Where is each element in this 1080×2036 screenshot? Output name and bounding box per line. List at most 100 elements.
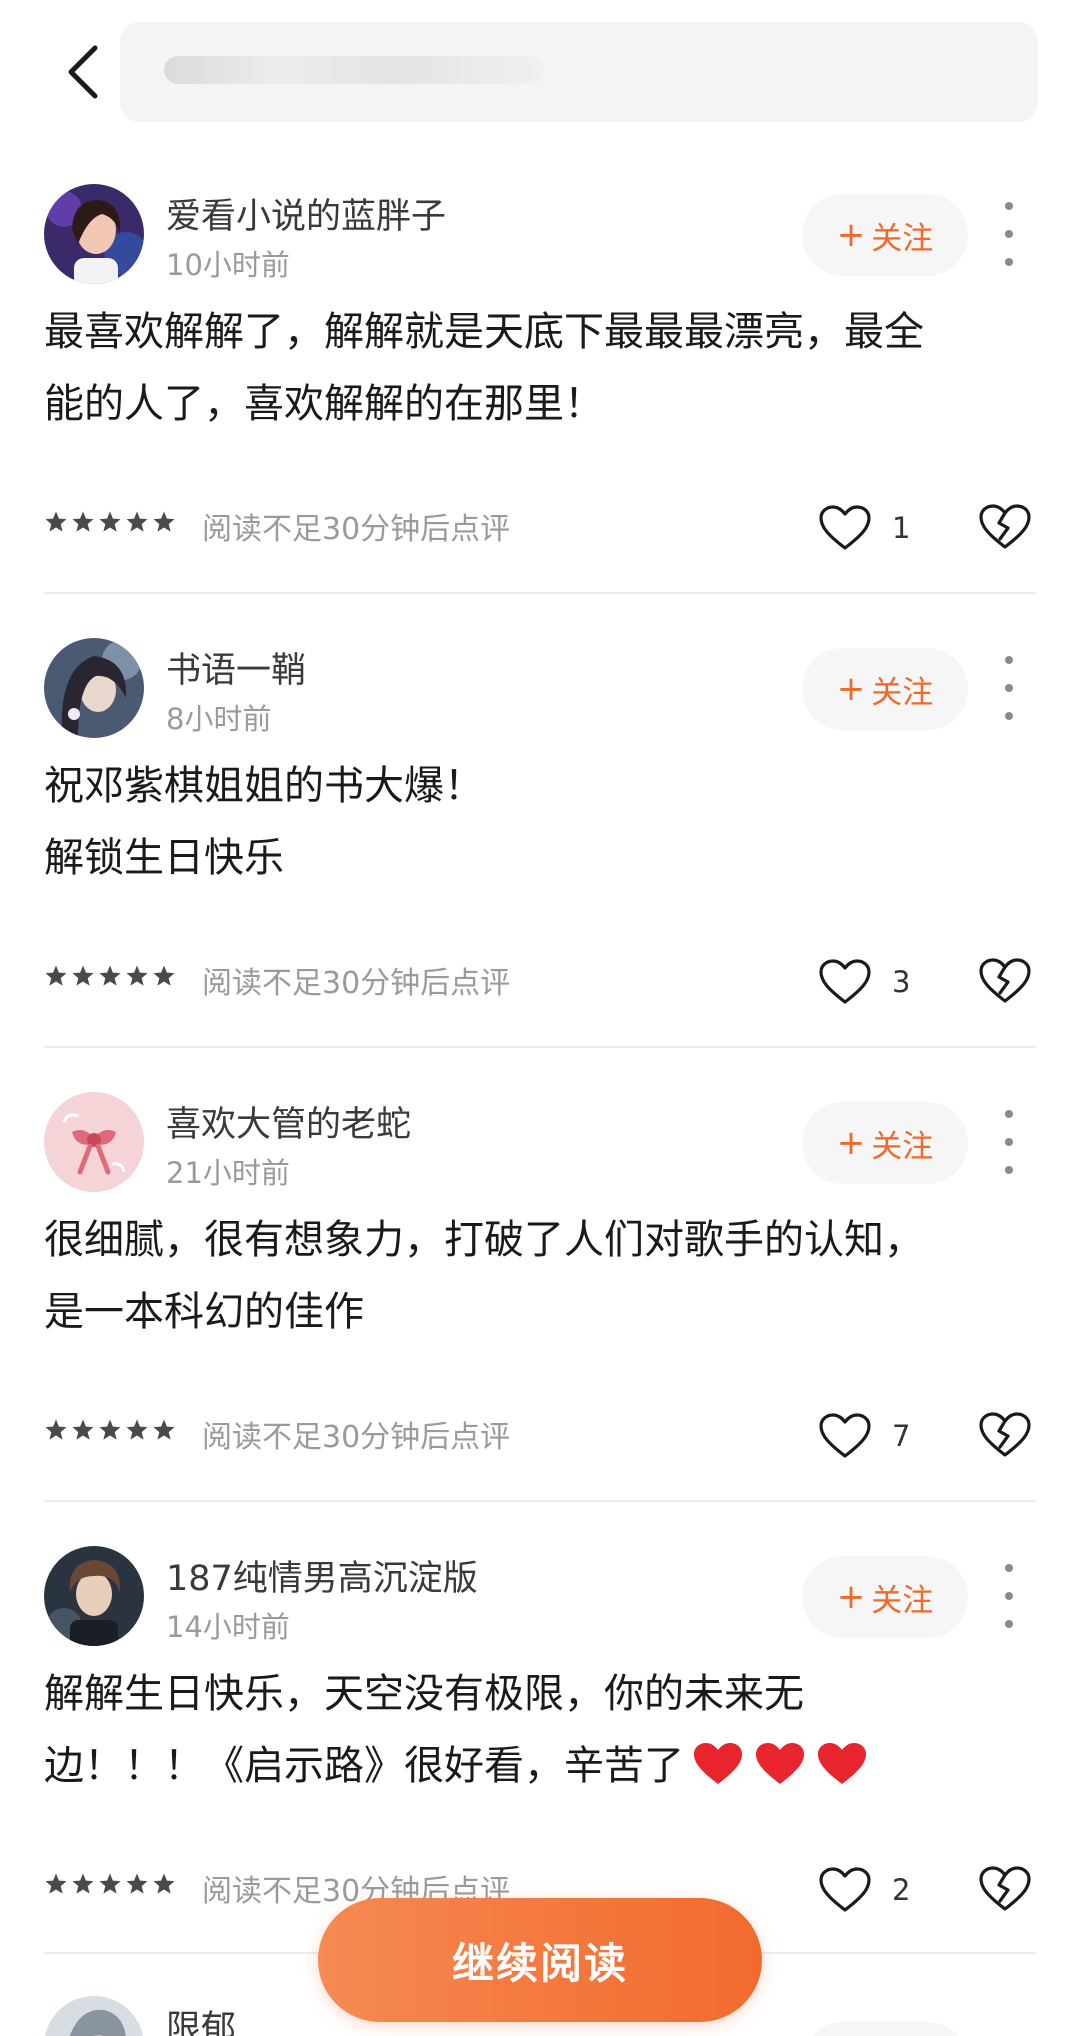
follow-label: 关注 — [871, 1582, 934, 1619]
star-icon — [72, 1873, 94, 1894]
top-bar — [0, 0, 1080, 150]
more-options-button[interactable] — [994, 1110, 1024, 1174]
follow-button[interactable]: + 关注 — [802, 648, 968, 730]
comment-footer: 阅读不足30分钟后点评 1 — [0, 500, 1080, 560]
divider — [44, 592, 1036, 594]
plus-icon: + — [836, 215, 866, 255]
more-dots-icon — [1005, 656, 1013, 664]
like-button[interactable]: 2 — [818, 1862, 910, 1918]
star-icon — [126, 965, 148, 986]
more-dot — [1005, 230, 1013, 238]
rating-stars — [44, 1418, 176, 1442]
star-icon — [99, 1873, 121, 1894]
star-icon — [126, 511, 148, 532]
comments-page: 爱看小说的蓝胖子 10小时前 + 关注 最喜欢解解了，解解就是天底下最最最漂亮，… — [0, 0, 1080, 2036]
more-dot — [1005, 684, 1013, 692]
comment-line: 祝邓紫棋姐姐的书大爆！ — [44, 763, 484, 809]
like-button[interactable]: 3 — [818, 954, 910, 1010]
star-icon — [45, 965, 67, 986]
heart-outline-icon — [819, 1867, 871, 1912]
star-icon — [72, 1419, 94, 1440]
broken-heart-icon — [979, 1866, 1031, 1911]
comment-text: 很细腻，很有想象力，打破了人们对歌手的认知， 是一本科幻的佳作 — [44, 1204, 1034, 1348]
dislike-button[interactable] — [978, 956, 1032, 1006]
avatar[interactable] — [44, 1092, 144, 1192]
like-count: 2 — [892, 1873, 911, 1907]
follow-button[interactable]: + 关注 — [802, 194, 968, 276]
dislike-button[interactable] — [978, 1864, 1032, 1914]
broken-heart-icon — [979, 1412, 1031, 1457]
more-options-button[interactable] — [994, 1564, 1024, 1628]
plus-icon: + — [836, 1123, 866, 1163]
avatar[interactable] — [44, 1546, 144, 1646]
comment-line: 解锁生日快乐 — [44, 835, 284, 881]
chevron-left-icon — [68, 45, 98, 99]
username[interactable]: 喜欢大管的老蛇 — [166, 1096, 411, 1147]
continue-reading-label: 继续阅读 — [451, 1938, 628, 1988]
timestamp: 8小时前 — [166, 702, 272, 736]
more-dots-icon — [1005, 1110, 1013, 1118]
more-options-button[interactable] — [994, 656, 1024, 720]
rating-note: 阅读不足30分钟后点评 — [202, 966, 511, 1001]
avatar[interactable] — [44, 638, 144, 738]
continue-reading-button[interactable]: 继续阅读 — [318, 1898, 762, 2022]
broken-heart-icon — [979, 958, 1031, 1003]
more-dot — [1005, 258, 1013, 266]
follow-button[interactable]: + 关注 — [802, 1556, 968, 1638]
rating-stars — [44, 964, 176, 988]
follow-button[interactable] — [802, 2022, 968, 2036]
rating-stars — [44, 510, 176, 534]
search-bar[interactable] — [120, 22, 1038, 122]
username[interactable]: 限郁 — [166, 2000, 236, 2036]
comment-line: 边！！！《启示路》很好看，辛苦了 — [44, 1730, 1034, 1802]
star-icon — [45, 511, 67, 532]
avatar[interactable] — [44, 184, 144, 284]
comment-line: 是一本科幻的佳作 — [44, 1289, 364, 1335]
comment-line: 解解生日快乐，天空没有极限，你的未来无 — [44, 1671, 804, 1717]
star-icon — [72, 965, 94, 986]
star-icon — [99, 965, 121, 986]
comment-line: 能的人了，喜欢解解的在那里！ — [44, 381, 604, 427]
star-icon — [126, 1873, 148, 1894]
timestamp: 21小时前 — [166, 1156, 290, 1190]
star-icon — [153, 511, 175, 532]
username[interactable]: 书语一鞘 — [166, 642, 306, 693]
more-options-button[interactable] — [994, 202, 1024, 266]
red-heart-emoji-icon — [694, 1743, 742, 1784]
rating-note: 阅读不足30分钟后点评 — [202, 512, 511, 547]
heart-outline-icon — [819, 959, 871, 1004]
rating-note: 阅读不足30分钟后点评 — [202, 1420, 511, 1455]
timestamp: 10小时前 — [166, 248, 290, 282]
comment-text: 祝邓紫棋姐姐的书大爆！ 解锁生日快乐 — [44, 750, 1034, 894]
red-heart-emoji-icon — [756, 1743, 804, 1784]
avatar[interactable] — [44, 1996, 144, 2036]
comment-line: 最喜欢解解了，解解就是天底下最最最漂亮，最全 — [44, 309, 924, 355]
like-button[interactable]: 7 — [818, 1408, 910, 1464]
dislike-button[interactable] — [978, 1410, 1032, 1460]
follow-label: 关注 — [871, 674, 934, 711]
more-dot — [1005, 1138, 1013, 1146]
heart-outline-icon — [819, 505, 871, 550]
back-button[interactable] — [52, 40, 112, 104]
comment-line-text: 边！！！《启示路》很好看，辛苦了 — [44, 1743, 684, 1789]
plus-icon: + — [836, 1577, 866, 1617]
star-icon — [72, 511, 94, 532]
red-heart-emoji-icon — [818, 1743, 866, 1784]
comment-footer: 阅读不足30分钟后点评 3 — [0, 954, 1080, 1014]
like-button[interactable]: 1 — [818, 500, 910, 556]
star-icon — [153, 965, 175, 986]
follow-label: 关注 — [871, 220, 934, 257]
star-icon — [45, 1873, 67, 1894]
more-dot — [1005, 712, 1013, 720]
like-count: 7 — [892, 1419, 911, 1453]
username[interactable]: 187纯情男高沉淀版 — [166, 1550, 478, 1601]
username[interactable]: 爱看小说的蓝胖子 — [166, 188, 446, 239]
dislike-button[interactable] — [978, 502, 1032, 552]
comment-footer: 阅读不足30分钟后点评 7 — [0, 1408, 1080, 1468]
more-dot — [1005, 1592, 1013, 1600]
timestamp: 14小时前 — [166, 1610, 290, 1644]
star-icon — [45, 1419, 67, 1440]
red-heart-emojis — [684, 1730, 870, 1802]
comment-text: 最喜欢解解了，解解就是天底下最最最漂亮，最全 能的人了，喜欢解解的在那里！ — [44, 296, 1034, 440]
follow-button[interactable]: + 关注 — [802, 1102, 968, 1184]
